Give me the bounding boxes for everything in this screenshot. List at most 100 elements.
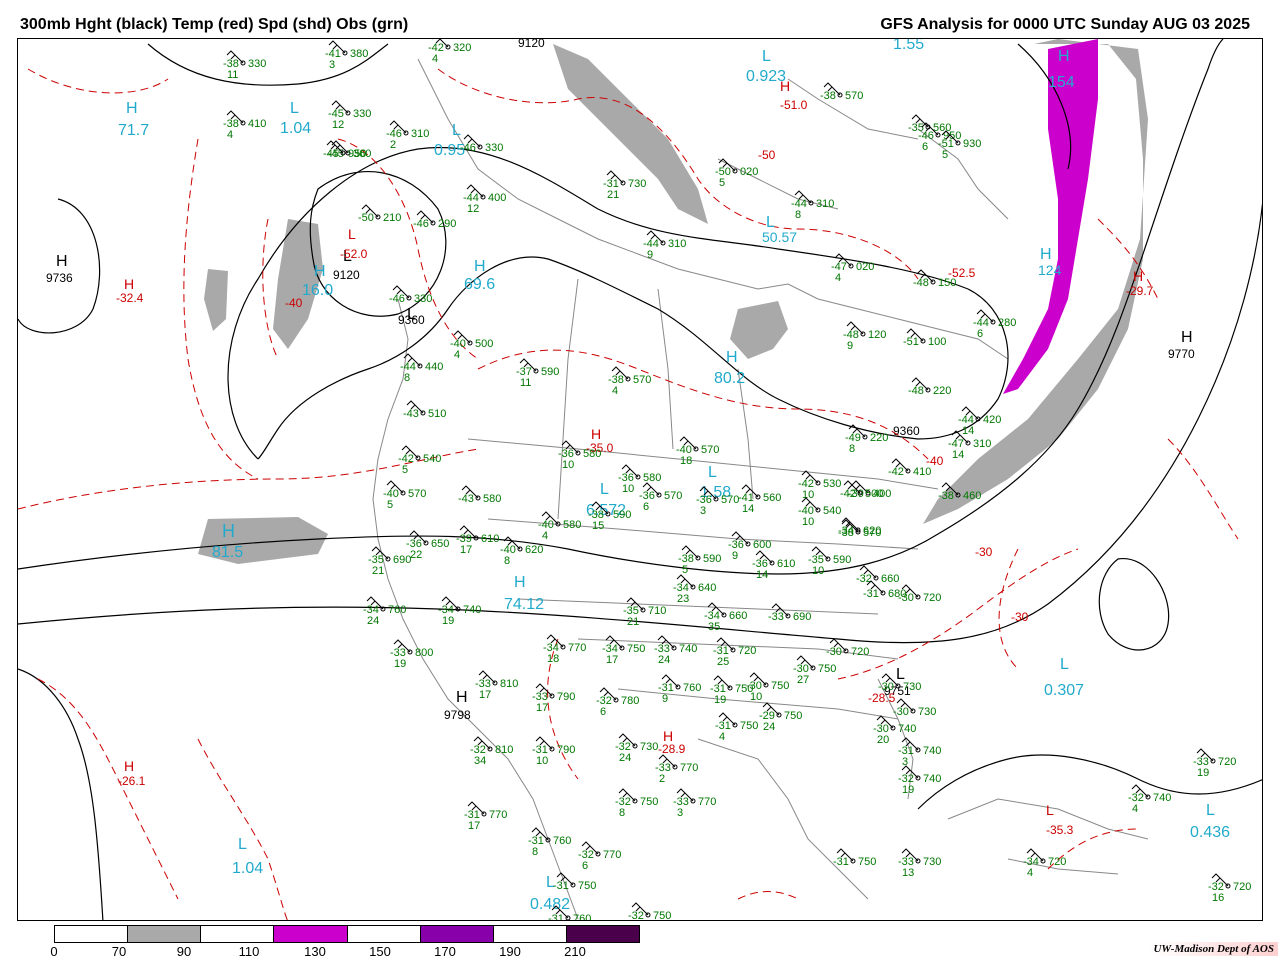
station-height: 770 [568, 642, 586, 654]
station-obs: -327505 [628, 902, 671, 921]
station-height: 410 [913, 466, 931, 478]
station-speed: 8 [504, 555, 510, 567]
station-obs: -31 77017 [464, 801, 507, 832]
station-height: 750 [784, 710, 802, 722]
station-speed: 3 [329, 59, 335, 71]
station-obs: -33 73013 [898, 848, 941, 879]
jet-shade-hudson [730, 301, 788, 359]
station-speed: 19 [394, 658, 406, 670]
height-center-symbol-4: H [1181, 329, 1193, 346]
station-height: 570 [633, 374, 651, 386]
station-height: 770 [680, 762, 698, 774]
station-speed: 4 [612, 385, 618, 397]
colorbar-tick-150: 150 [369, 944, 391, 959]
station-obs: -32 660 [856, 565, 899, 585]
station-height: 330 [353, 108, 371, 120]
speed-center-symbol-4: L [762, 48, 771, 65]
station-speed: 4 [1027, 867, 1033, 879]
station-obs: -38 570 [820, 82, 863, 102]
station-height: 740 [1153, 792, 1171, 804]
station-height: 690 [793, 611, 811, 623]
station-speed: 5 [942, 149, 948, 161]
station-height: 790 [557, 744, 575, 756]
station-height: 810 [500, 678, 518, 690]
station-obs: -48 220 [908, 377, 951, 397]
station-obs: -33 81017 [475, 670, 518, 701]
station-obs: -31 7609 [658, 674, 701, 705]
station-speed: 17 [536, 702, 548, 714]
station-speed: 4 [542, 530, 548, 542]
colorbar-bin-110-130 [274, 926, 348, 942]
station-speed: 4 [432, 53, 438, 65]
station-temp: -46 [389, 293, 405, 305]
station-height: 750 [640, 796, 658, 808]
station-height: 540 [823, 505, 841, 517]
station-temp: -42 [840, 488, 856, 500]
station-height: 770 [603, 849, 621, 861]
speed-center-value-10: 81.5 [212, 544, 243, 561]
station-height: 580 [643, 472, 661, 484]
station-obs: -41 56014 [738, 484, 781, 515]
speed-center-symbol-16: L [238, 836, 247, 853]
station-speed: 9 [847, 340, 853, 352]
station-speed: 15 [592, 520, 604, 532]
station-obs: -35 59010 [808, 546, 851, 577]
station-height: 790 [557, 691, 575, 703]
station-speed: 6 [643, 501, 649, 513]
speed-center-value-16: 1.04 [232, 860, 263, 877]
station-speed: 5 [387, 499, 393, 511]
station-height: 690 [393, 554, 411, 566]
station-obs: -31 73021 [603, 170, 646, 201]
station-height: 600 [753, 539, 771, 551]
station-obs: -48 1209 [843, 321, 886, 352]
colorbar-tick-70: 70 [111, 944, 127, 959]
station-temp: -32 [628, 910, 644, 921]
station-temp: -42 [888, 466, 904, 478]
colorbar-bin-70-90 [128, 926, 202, 942]
station-temp: -32 [856, 573, 872, 585]
station-height: 580 [563, 519, 581, 531]
station-obs: -34 74019 [438, 596, 481, 627]
map-canvas: 9120 9360 9360 -40 -30 -30 -40 H 9736 L … [18, 39, 1262, 921]
station-obs: -31 750 [833, 848, 876, 868]
temp-center-value-4: -50 [758, 148, 776, 162]
station-speed: 4 [835, 272, 841, 284]
station-obs: -51 100 [903, 328, 946, 348]
station-temp: -31 [863, 588, 879, 600]
station-height: 720 [1218, 756, 1236, 768]
station-speed: 12 [467, 203, 479, 215]
station-speed: 17 [479, 689, 491, 701]
station-height: 310 [816, 198, 834, 210]
colorbar-tick-90: 90 [176, 944, 192, 959]
colorbar-bin-90-110 [201, 926, 275, 942]
station-temp: -38 [820, 90, 836, 102]
station-obs: -30 730 [893, 698, 936, 718]
station-speed: 10 [812, 565, 824, 577]
colorbar-tick-0: 0 [50, 944, 58, 959]
station-obs: -40 54010 [798, 497, 841, 528]
station-height: 280 [998, 317, 1016, 329]
contour-label-9120-top: 9120 [518, 39, 545, 50]
station-obs: -43 580 [458, 485, 501, 505]
station-speed: 10 [622, 483, 634, 495]
station-speed: 10 [750, 691, 762, 703]
station-height: 760 [553, 835, 571, 847]
station-height: 100 [928, 336, 946, 348]
station-speed: 27 [797, 674, 809, 686]
temp-center-symbol-7: H [591, 426, 601, 442]
speed-center-value-15: 0.436 [1190, 824, 1230, 841]
station-obs: -36 61014 [752, 550, 795, 581]
station-temp: -30 [826, 646, 842, 658]
station-height: 810 [495, 744, 513, 756]
station-obs: -37 59011 [516, 358, 559, 389]
station-obs: -44 3108 [791, 190, 834, 221]
station-speed: 19 [1197, 767, 1209, 779]
station-obs: -49 2208 [845, 424, 888, 455]
speed-center-value-2: 1.04 [280, 120, 311, 137]
station-height: 530 [823, 478, 841, 490]
station-height: 730 [918, 706, 936, 718]
speed-colorbar [54, 925, 640, 943]
station-obs: -44 4408 [400, 353, 443, 384]
station-obs: -30 75010 [746, 672, 789, 703]
station-height: 560 [763, 492, 781, 504]
